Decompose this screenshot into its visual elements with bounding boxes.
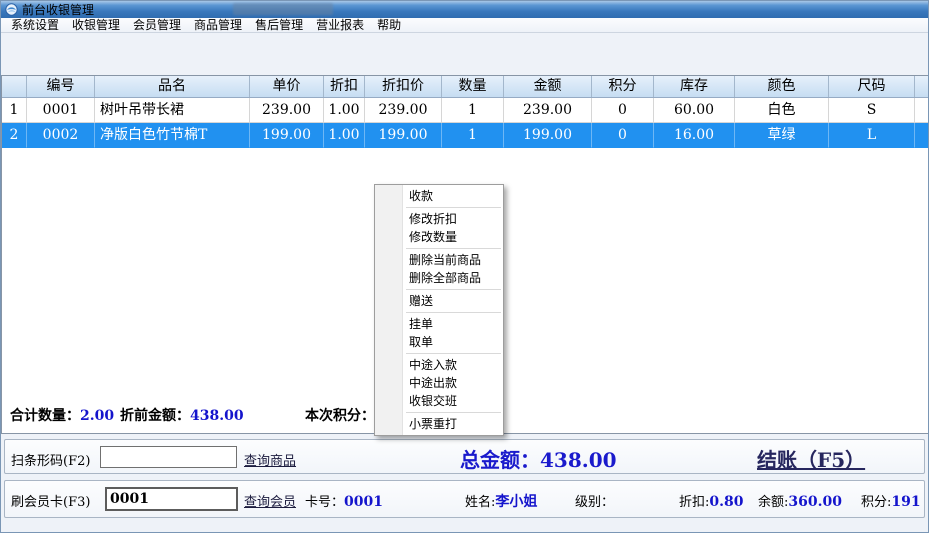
cell-discount: 1.00 [324,123,365,148]
table-row-selected[interactable]: 2 0002 净版白色竹节棉T 199.00 1.00 199.00 1 199… [2,123,929,148]
cell-rownum: 2 [2,123,27,148]
cell-size: L [829,123,915,148]
member-points: 积分:191 [861,491,921,510]
ctx-item-modify-discount[interactable]: 修改折扣 [375,210,503,228]
col-code: 编号 [27,76,95,97]
cell-amount: 199.00 [504,123,592,148]
member-discount: 折扣:0.80 [679,491,744,510]
barcode-label: 扫条形码(F2) [11,450,90,469]
col-amount: 金额 [504,76,592,97]
cell-code: 0002 [27,123,95,148]
col-discount: 折扣 [324,76,365,97]
menu-item-member-mgmt[interactable]: 会员管理 [128,18,186,32]
barcode-input[interactable] [100,446,237,468]
window-title: 前台收银管理 [22,1,94,18]
query-product-link[interactable]: 查询商品 [244,450,296,469]
col-qty: 数量 [442,76,504,97]
pre-discount-amount: 折前金额：438.00 [120,405,244,425]
cell-amount: 239.00 [504,98,592,123]
col-size: 尺码 [829,76,915,97]
ctx-item-cash-in[interactable]: 中途入款 [375,356,503,374]
col-name: 品名 [95,76,250,97]
card-number: 卡号：0001 [305,491,383,510]
cell-qty: 1 [442,98,504,123]
cell-qty: 1 [442,123,504,148]
cell-code: 0001 [27,98,95,123]
menu-separator [406,248,501,249]
member-card-label: 刷会员卡(F3) [11,491,90,510]
col-price: 单价 [250,76,324,97]
col-filler [915,76,929,97]
app-icon [5,3,18,16]
cell-disc-price: 199.00 [365,123,442,148]
cell-discount: 1.00 [324,98,365,123]
ctx-item-delete-current-item[interactable]: 删除当前商品 [375,251,503,269]
ctx-item-collect-payment[interactable]: 收款 [375,187,503,205]
grid-header: 编号 品名 单价 折扣 折扣价 数量 金额 积分 库存 颜色 尺码 [2,76,929,98]
ctx-item-reprint-receipt[interactable]: 小票重打 [375,415,503,433]
ctx-item-hold-order[interactable]: 挂单 [375,315,503,333]
col-rownum [2,76,27,97]
cell-rownum: 1 [2,98,27,123]
cell-color: 草绿 [735,123,829,148]
ctx-item-gift[interactable]: 赠送 [375,292,503,310]
cell-name: 树叶吊带长裙 [95,98,250,123]
session-points: 本次积分：0 [305,405,385,425]
barcode-bar: 扫条形码(F2) 查询商品 总金额：438.00 结账（F5） [4,439,925,474]
col-points: 积分 [592,76,654,97]
menu-separator [406,353,501,354]
menu-separator [406,207,501,208]
col-disc-price: 折扣价 [365,76,442,97]
menu-separator [406,412,501,413]
menu-item-aftersales-mgmt[interactable]: 售后管理 [250,18,308,32]
cell-stock: 60.00 [654,98,735,123]
member-name: 姓名:李小姐 [465,491,537,511]
title-bar: 前台收银管理 [1,1,928,18]
context-menu: 收款 修改折扣 修改数量 删除当前商品 删除全部商品 赠送 挂单 取单 中途入款… [374,184,504,436]
menu-bar: 系统设置 收银管理 会员管理 商品管理 售后管理 营业报表 帮助 [1,18,928,33]
menu-separator [406,289,501,290]
checkout-button[interactable]: 结账（F5） [757,444,865,473]
ctx-item-retrieve-order[interactable]: 取单 [375,333,503,351]
cell-stock: 16.00 [654,123,735,148]
cell-size: S [829,98,915,123]
col-stock: 库存 [654,76,735,97]
query-member-link[interactable]: 查询会员 [244,491,296,510]
ctx-item-shift-change[interactable]: 收银交班 [375,392,503,410]
grand-total: 总金额：438.00 [460,444,617,473]
menu-separator [406,312,501,313]
cell-points: 0 [592,98,654,123]
menu-item-product-mgmt[interactable]: 商品管理 [189,18,247,32]
total-qty: 合计数量：2.00 [10,405,114,425]
cell-disc-price: 239.00 [365,98,442,123]
col-color: 颜色 [735,76,829,97]
menu-item-business-reports[interactable]: 营业报表 [311,18,369,32]
menu-item-system-settings[interactable]: 系统设置 [6,18,64,32]
filter-row: 仓库： 丰宁仓库 ▼ 营业员： ▼ [1,33,928,75]
member-balance: 余额:360.00 [758,491,842,510]
ctx-item-modify-quantity[interactable]: 修改数量 [375,228,503,246]
cell-price: 239.00 [250,98,324,123]
cell-name: 净版白色竹节棉T [95,123,250,148]
app-window: 前台收银管理 系统设置 收银管理 会员管理 商品管理 售后管理 营业报表 帮助 … [0,0,929,533]
member-level: 级别： [575,491,614,510]
table-row[interactable]: 1 0001 树叶吊带长裙 239.00 1.00 239.00 1 239.0… [2,98,929,123]
cell-points: 0 [592,123,654,148]
cell-price: 199.00 [250,123,324,148]
ctx-item-delete-all-items[interactable]: 删除全部商品 [375,269,503,287]
titlebar-redaction [233,3,333,15]
cell-color: 白色 [735,98,829,123]
ctx-item-cash-out[interactable]: 中途出款 [375,374,503,392]
member-card-input[interactable] [105,487,238,511]
member-bar: 刷会员卡(F3) 查询会员 卡号：0001 姓名:李小姐 级别： 折扣:0.80… [4,480,925,518]
menu-item-cashier-mgmt[interactable]: 收银管理 [67,18,125,32]
menu-item-help[interactable]: 帮助 [372,18,406,32]
